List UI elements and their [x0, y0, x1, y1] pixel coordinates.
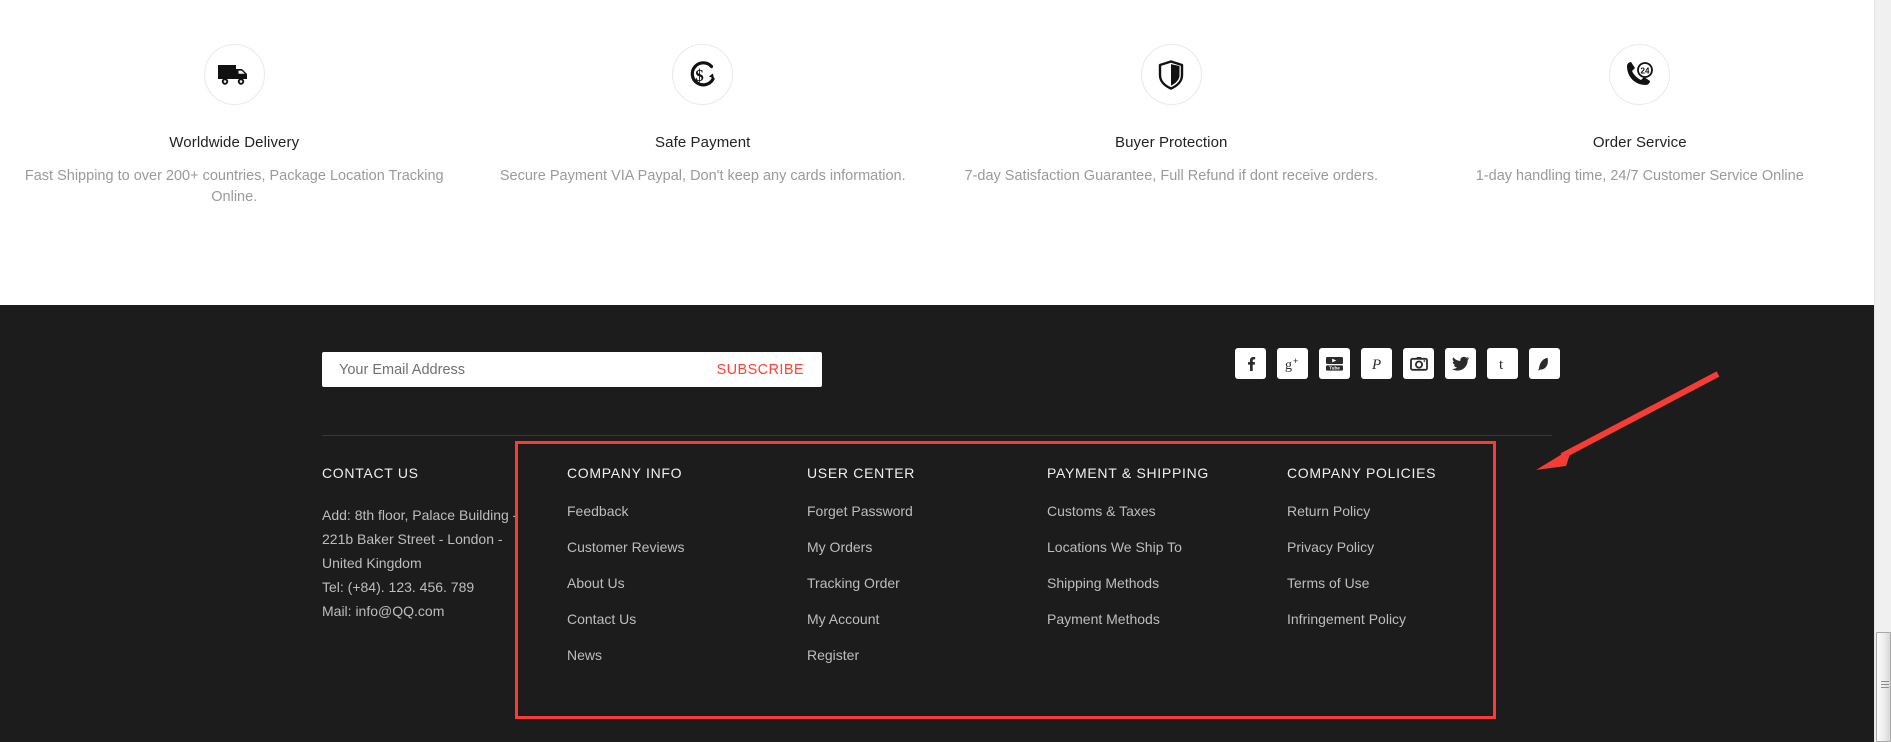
feature-safe-payment: $ Safe Payment Secure Payment VIA Paypal…	[469, 0, 938, 187]
feature-title: Buyer Protection	[1115, 134, 1228, 151]
feature-title: Worldwide Delivery	[169, 134, 300, 151]
feature-description: 1-day handling time, 24/7 Customer Servi…	[1475, 168, 1804, 184]
feature-description: Fast Shipping to over 200+ countries, Pa…	[24, 168, 444, 205]
vertical-scrollbar[interactable]	[1874, 0, 1891, 742]
column-heading: COMPANY POLICIES	[1287, 465, 1437, 481]
browser-viewport: Worldwide Delivery Fast Shipping to over…	[0, 0, 1874, 742]
twitter-icon[interactable]	[1445, 348, 1476, 379]
contact-address-line: 221b Baker Street - London -	[322, 531, 503, 547]
scrollbar-grip-icon	[1881, 681, 1889, 688]
contact-address-line: United Kingdom	[322, 555, 422, 571]
tumblr-icon[interactable]: t	[1487, 348, 1518, 379]
footer-link[interactable]: News	[567, 647, 807, 663]
footer-column-payment-shipping: PAYMENT & SHIPPING Customs & Taxes Locat…	[1047, 465, 1287, 683]
footer-link[interactable]: Register	[807, 647, 1047, 663]
footer-link[interactable]: Terms of Use	[1287, 575, 1527, 591]
contact-email-line: Mail: info@QQ.com	[322, 603, 445, 619]
newsletter-subscribe-form[interactable]: SUBSCRIBE	[322, 352, 822, 387]
features-strip: Worldwide Delivery Fast Shipping to over…	[0, 0, 1874, 305]
facebook-icon[interactable]	[1235, 348, 1266, 379]
feature-order-service: 24 Order Service 1-day handling time, 24…	[1406, 0, 1875, 187]
footer-column-contact-us: CONTACT US Add: 8th floor, Palace Buildi…	[322, 465, 567, 683]
youtube-icon[interactable]: Tube	[1319, 348, 1350, 379]
footer-column-company-policies: COMPANY POLICIES Return Policy Privacy P…	[1287, 465, 1527, 683]
footer-divider	[322, 435, 1552, 436]
footer-column-company-info: COMPANY INFO Feedback Customer Reviews A…	[567, 465, 807, 683]
footer-link[interactable]: Privacy Policy	[1287, 539, 1527, 555]
svg-text:t: t	[1499, 357, 1504, 373]
pinterest-icon[interactable]: P	[1361, 348, 1392, 379]
svg-text:+: +	[1293, 356, 1298, 366]
svg-text:P: P	[1371, 357, 1381, 373]
footer-link[interactable]: Customer Reviews	[567, 539, 807, 555]
svg-text:g: g	[1285, 358, 1292, 372]
svg-text:$: $	[696, 66, 705, 85]
page-root: Worldwide Delivery Fast Shipping to over…	[0, 0, 1891, 742]
column-heading: USER CENTER	[807, 465, 916, 481]
footer-link[interactable]: Forget Password	[807, 503, 1047, 519]
footer-columns: CONTACT US Add: 8th floor, Palace Buildi…	[322, 465, 1562, 683]
footer-link[interactable]: About Us	[567, 575, 807, 591]
column-heading: CONTACT US	[322, 465, 419, 481]
subscribe-button[interactable]: SUBSCRIBE	[717, 362, 822, 378]
svg-text:Tube: Tube	[1329, 365, 1340, 370]
footer-link[interactable]: Payment Methods	[1047, 611, 1287, 627]
footer-link[interactable]: Customs & Taxes	[1047, 503, 1287, 519]
column-heading: COMPANY INFO	[567, 465, 683, 481]
footer-link[interactable]: Return Policy	[1287, 503, 1527, 519]
column-heading: PAYMENT & SHIPPING	[1047, 465, 1209, 481]
instagram-icon[interactable]	[1403, 348, 1434, 379]
footer-link[interactable]: My Account	[807, 611, 1047, 627]
vk-feather-icon[interactable]	[1529, 348, 1560, 379]
feature-description: 7-day Satisfaction Guarantee, Full Refun…	[964, 168, 1378, 184]
money-back-dollar-icon: $	[672, 44, 734, 105]
footer-link[interactable]: Locations We Ship To	[1047, 539, 1287, 555]
social-links-row: g + Tube P t	[1235, 348, 1560, 379]
footer-link[interactable]: My Orders	[807, 539, 1047, 555]
footer-link[interactable]: Tracking Order	[807, 575, 1047, 591]
feature-title: Safe Payment	[655, 134, 751, 151]
phone-24h-support-icon: 24	[1609, 44, 1671, 105]
footer-link[interactable]: Infringement Policy	[1287, 611, 1527, 627]
contact-address-line: Add: 8th floor, Palace Building -	[322, 507, 518, 523]
site-footer: SUBSCRIBE g +	[0, 305, 1874, 742]
footer-link[interactable]: Shipping Methods	[1047, 575, 1287, 591]
footer-link[interactable]: Feedback	[567, 503, 807, 519]
svg-text:24: 24	[1640, 66, 1649, 75]
feature-title: Order Service	[1592, 134, 1687, 151]
google-plus-icon[interactable]: g +	[1277, 348, 1308, 379]
email-input[interactable]	[322, 361, 717, 378]
footer-top-row: SUBSCRIBE g +	[0, 305, 1874, 435]
feature-description: Secure Payment VIA Paypal, Don't keep an…	[499, 168, 906, 184]
contact-phone-line: Tel: (+84). 123. 456. 789	[322, 579, 475, 595]
footer-column-user-center: USER CENTER Forget Password My Orders Tr…	[807, 465, 1047, 683]
footer-link[interactable]: Contact Us	[567, 611, 807, 627]
feature-buyer-protection: Buyer Protection 7-day Satisfaction Guar…	[937, 0, 1406, 187]
shield-protection-icon	[1140, 44, 1202, 105]
scrollbar-thumb[interactable]	[1876, 632, 1891, 742]
delivery-truck-icon	[203, 44, 265, 105]
feature-worldwide-delivery: Worldwide Delivery Fast Shipping to over…	[0, 0, 469, 208]
